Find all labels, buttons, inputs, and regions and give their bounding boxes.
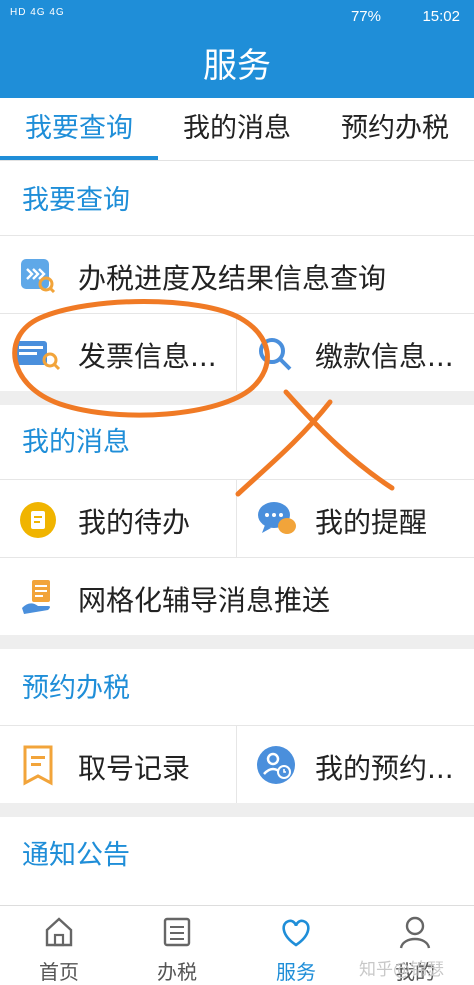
watermark: 知乎@锦瑟	[359, 960, 444, 980]
home-icon	[45, 917, 73, 947]
user-icon	[399, 916, 431, 949]
annotation-cross-stroke-2	[235, 399, 333, 497]
heart-icon	[282, 919, 310, 947]
annotation-overlay	[12, 299, 395, 497]
nav-service-label: 服务	[276, 960, 316, 984]
list-icon	[163, 917, 191, 947]
nav-service[interactable]: 服务	[237, 906, 355, 985]
nav-tax-label: 办税	[157, 960, 197, 984]
annotation-cross-stroke-1	[283, 389, 395, 491]
nav-home-label: 首页	[39, 960, 79, 984]
nav-home[interactable]: 首页	[0, 906, 118, 985]
nav-tax[interactable]: 办税	[118, 906, 236, 985]
annotation-circle	[12, 299, 270, 418]
